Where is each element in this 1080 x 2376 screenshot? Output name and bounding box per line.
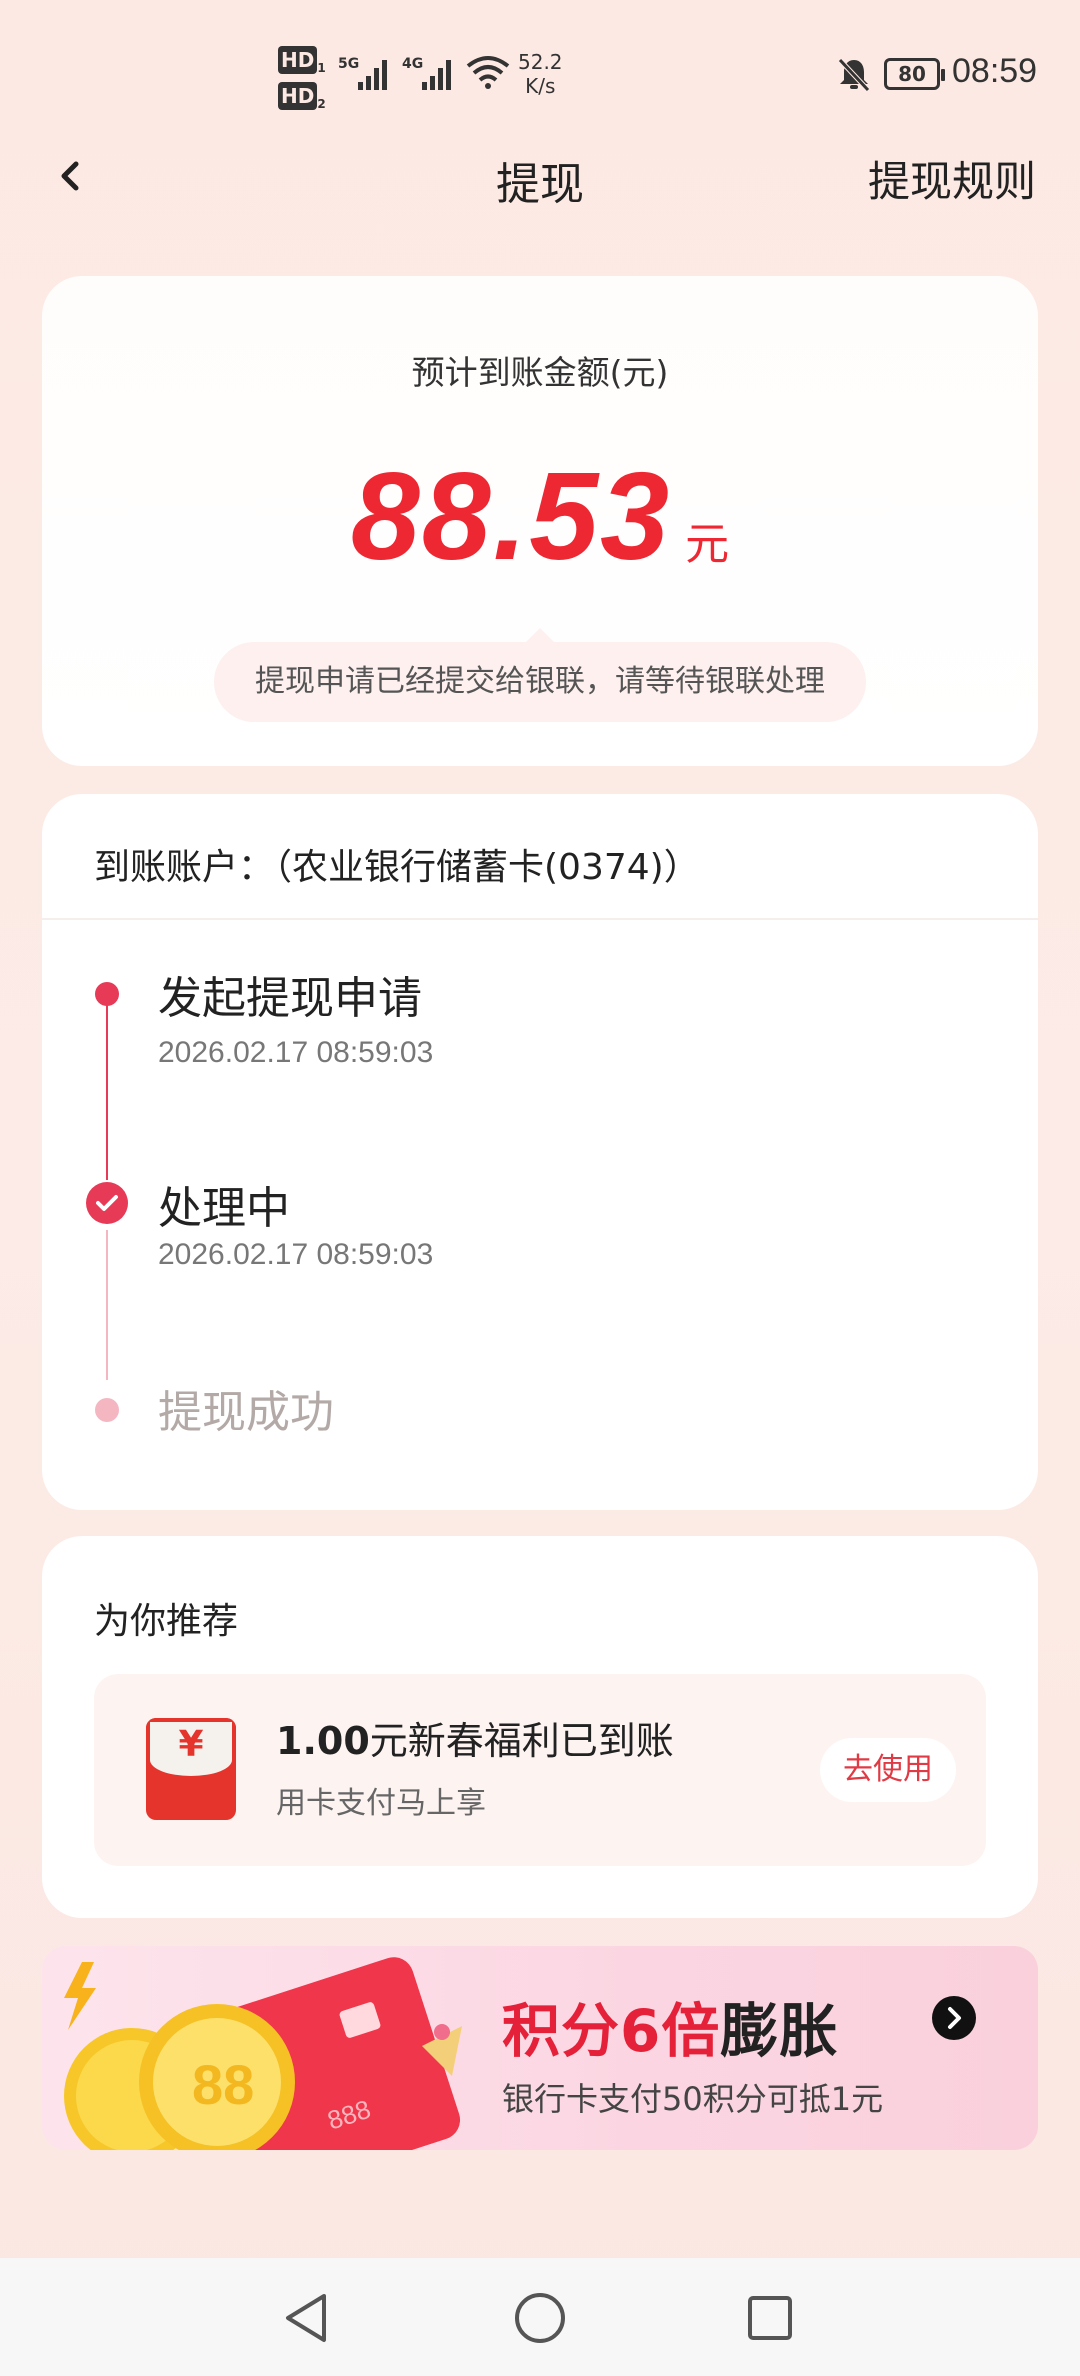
system-nav-bar [0, 2258, 1080, 2376]
network-speed: 52.2 K/s [518, 50, 563, 98]
wifi-icon [466, 54, 510, 94]
nav-home-icon[interactable] [510, 2288, 570, 2348]
status-bar: HD 1 HD 2 5G 4G 52.2 K/s 80 08:59 [0, 0, 1080, 130]
yen-symbol: ¥ [178, 1724, 204, 1765]
promo-banner[interactable]: 888 88 积分6倍膨胀 银行卡支付50积分可抵1元 [42, 1946, 1038, 2150]
progress-card: 到账账户：（农业银行储蓄卡(0374)） 发起提现申请 2026.02.17 0… [42, 794, 1038, 1510]
clock: 08:59 [952, 52, 1038, 90]
hd-indicator: HD 1 HD 2 [278, 46, 330, 118]
amount-unit: 元 [685, 519, 730, 570]
amount-card: 预计到账金额(元) 88.53 元 提现申请已经提交给银联，请等待银联处理 [42, 276, 1038, 766]
nav-recents-icon[interactable] [740, 2288, 800, 2348]
use-button[interactable]: 去使用 [820, 1738, 956, 1802]
chevron-right-icon [932, 1996, 976, 2040]
step-time: 2026.02.17 08:59:03 [158, 1238, 434, 1271]
banner-subtitle: 银行卡支付50积分可抵1元 [502, 2080, 884, 2118]
amount-value: 88.53 [350, 448, 672, 586]
net-4g-label: 4G [402, 56, 423, 72]
hd2-index: 2 [317, 97, 326, 111]
battery-icon: 80 [884, 58, 945, 90]
timeline-line [106, 1004, 108, 1180]
bell-off-icon [836, 56, 872, 96]
account-info: 到账账户：（农业银行储蓄卡(0374)） [94, 847, 700, 888]
nav-back-icon[interactable] [278, 2288, 338, 2348]
red-envelope-icon: ¥ [146, 1718, 236, 1820]
step-title: 提现成功 [158, 1387, 334, 1438]
amount-row: 88.53 元 [42, 446, 1038, 588]
step-title: 处理中 [158, 1183, 290, 1234]
recommend-title: 为你推荐 [94, 1601, 239, 1642]
speed-value: 52.2 [518, 50, 563, 74]
hd1-index: 1 [317, 61, 326, 75]
status-notice: 提现申请已经提交给银联，请等待银联处理 [214, 628, 866, 722]
speed-unit: K/s [525, 74, 556, 98]
recommend-amount: 1.00 [276, 1719, 370, 1763]
check-icon [86, 1182, 128, 1224]
banner-title-black: 膨胀 [720, 1997, 839, 2065]
signal-icon: 5G [338, 52, 400, 92]
recommend-sub-text: 用卡支付马上享 [276, 1786, 486, 1821]
step-title: 发起提现申请 [158, 973, 422, 1024]
amount-label: 预计到账金额(元) [411, 353, 669, 392]
step-time: 2026.02.17 08:59:03 [158, 1036, 434, 1069]
recommend-card: 为你推荐 ¥ 1.00元新春福利已到账 用卡支付马上享 去使用 [42, 1536, 1038, 1918]
signal-icon: 4G [402, 52, 464, 92]
recommend-text: 元新春福利已到账 [369, 1719, 674, 1763]
divider [42, 918, 1038, 920]
hd2-badge: HD [278, 82, 318, 110]
coins-card-illustration: 888 88 [64, 1957, 462, 2150]
header: 提现 提现规则 [0, 130, 1080, 222]
hd1-badge: HD [278, 46, 318, 74]
recommend-main-text: 1.00元新春福利已到账 [276, 1710, 674, 1765]
net-5g-label: 5G [338, 56, 359, 72]
banner-title: 积分6倍膨胀 [502, 1984, 838, 2068]
withdraw-rules-link[interactable]: 提现规则 [868, 148, 1036, 209]
banner-title-red: 积分6倍 [502, 1997, 721, 2065]
timeline-line-pending [106, 1230, 108, 1380]
timeline-dot-icon [95, 1398, 119, 1422]
recommend-item[interactable]: ¥ 1.00元新春福利已到账 用卡支付马上享 去使用 [94, 1674, 986, 1866]
coin-number: 88 [192, 2053, 254, 2116]
timeline-dot-icon [95, 982, 119, 1006]
